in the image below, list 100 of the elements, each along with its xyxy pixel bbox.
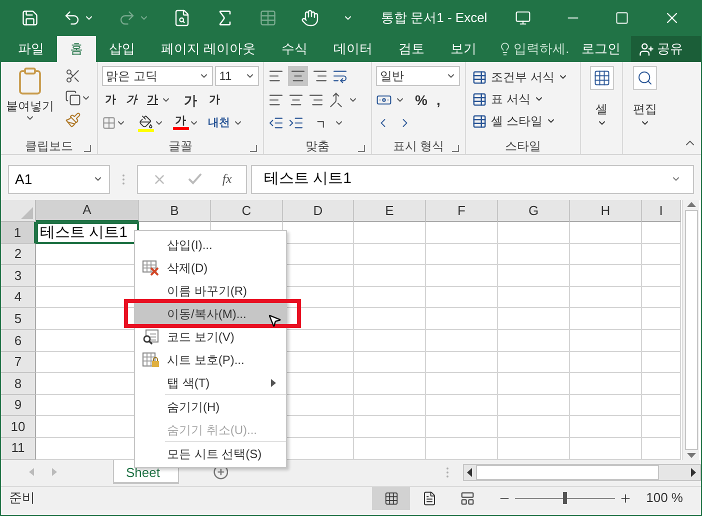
table-cell[interactable]	[642, 373, 681, 395]
dialog-launcher-icon[interactable]	[84, 145, 91, 152]
table-cell[interactable]	[642, 244, 681, 266]
middle-align-icon[interactable]	[288, 66, 308, 86]
table-cell[interactable]: 테스트 시트1	[36, 222, 139, 244]
table-cell[interactable]	[354, 265, 426, 287]
menu-item[interactable]: 탭 색(T)	[135, 371, 286, 394]
column-header[interactable]: B	[139, 200, 211, 222]
tell-me-field[interactable]: 입력하세.	[514, 39, 576, 59]
table-cell[interactable]	[570, 244, 642, 266]
grow-font-button[interactable]: 가	[181, 94, 200, 106]
column-header[interactable]: F	[426, 200, 498, 222]
table-cell[interactable]	[642, 286, 681, 308]
align-center-icon[interactable]	[288, 92, 304, 108]
column-header[interactable]: D	[283, 200, 354, 222]
table-cell[interactable]	[354, 244, 426, 266]
ribbon-tab[interactable]: 검토	[386, 36, 438, 62]
style-menu-button[interactable]: 조건부 서식	[472, 66, 574, 88]
table-cell[interactable]	[642, 394, 681, 416]
ribbon-tab[interactable]: 삽입	[96, 36, 148, 62]
table-cell[interactable]	[642, 308, 681, 330]
table-cell[interactable]	[426, 286, 498, 308]
copy-icon[interactable]	[65, 90, 81, 106]
table-cell[interactable]	[426, 330, 498, 352]
align-left-icon[interactable]	[268, 92, 284, 108]
scroll-thumb[interactable]	[476, 464, 660, 480]
underline-button[interactable]: 가	[144, 94, 161, 106]
ribbon-display-icon[interactable]	[515, 10, 531, 26]
menu-item[interactable]: 이동/복사(M)...	[135, 302, 286, 325]
scroll-right-icon[interactable]	[689, 468, 697, 477]
decrease-indent-icon[interactable]	[268, 115, 284, 131]
font-size-field[interactable]: 11	[215, 66, 259, 86]
fill-color-icon[interactable]	[139, 114, 153, 128]
zoom-thumb[interactable]	[563, 492, 568, 504]
scroll-thumb[interactable]	[684, 210, 698, 450]
align-right-icon[interactable]	[308, 92, 324, 108]
table-cell[interactable]	[354, 286, 426, 308]
format-painter-icon[interactable]	[65, 112, 81, 128]
table-cell[interactable]	[498, 265, 570, 287]
paste-button[interactable]: 붙여넣기	[5, 66, 55, 128]
table-cell[interactable]	[498, 373, 570, 395]
merge-icon[interactable]	[328, 92, 344, 108]
table-cell[interactable]	[498, 308, 570, 330]
borders-icon[interactable]	[102, 116, 116, 130]
table-cell[interactable]	[354, 222, 426, 244]
name-box[interactable]: A1	[8, 164, 110, 194]
table-cell[interactable]	[498, 394, 570, 416]
column-header[interactable]: H	[570, 200, 642, 222]
column-header[interactable]: G	[498, 200, 570, 222]
comma-button[interactable]: ,	[433, 93, 444, 107]
editing-button[interactable]: 편집	[633, 66, 657, 128]
menu-item[interactable]: 삭제(D)	[135, 256, 286, 279]
table-cell[interactable]	[570, 330, 642, 352]
table-cell[interactable]	[354, 416, 426, 438]
zoom-slider[interactable]	[515, 492, 616, 504]
ribbon-tab[interactable]: 페이지 레이아웃	[148, 36, 269, 62]
style-menu-button[interactable]: 셀 스타일	[472, 110, 574, 132]
row-header[interactable]: 1	[1, 222, 36, 244]
shrink-font-button[interactable]: 가	[206, 94, 223, 106]
table-cell[interactable]	[570, 373, 642, 395]
table-cell[interactable]	[570, 352, 642, 374]
table-cell[interactable]	[570, 308, 642, 330]
table-cell[interactable]	[642, 222, 681, 244]
percent-button[interactable]: %	[412, 93, 430, 107]
column-header[interactable]: A	[36, 200, 139, 222]
table-cell[interactable]	[426, 394, 498, 416]
table-cell[interactable]	[426, 265, 498, 287]
page-break-icon[interactable]	[460, 490, 475, 506]
insert-function-button[interactable]: fx	[222, 169, 232, 189]
italic-button[interactable]: 가	[123, 94, 140, 106]
table-cell[interactable]	[426, 244, 498, 266]
table-cell[interactable]	[354, 394, 426, 416]
row-header[interactable]: 5	[1, 308, 36, 330]
column-header[interactable]: I	[642, 200, 681, 222]
ribbon-tab[interactable]: 홈	[57, 36, 96, 62]
row-header[interactable]: 9	[1, 394, 36, 416]
table-cell[interactable]	[642, 265, 681, 287]
prev-sheet-icon[interactable]	[29, 468, 34, 476]
style-menu-button[interactable]: 표 서식	[472, 88, 574, 110]
menu-item[interactable]: 숨기기(H)	[135, 395, 286, 418]
table-cell[interactable]	[426, 308, 498, 330]
row-header[interactable]: 6	[1, 330, 36, 352]
table-cell[interactable]	[570, 416, 642, 438]
share-button[interactable]: 공유	[631, 36, 701, 62]
wrap-text-icon[interactable]	[332, 68, 348, 84]
table-cell[interactable]	[498, 352, 570, 374]
undo-icon[interactable]	[63, 9, 81, 27]
column-header[interactable]: E	[354, 200, 426, 222]
row-header[interactable]: 4	[1, 286, 36, 308]
normal-view-button[interactable]	[372, 486, 410, 510]
page-layout-icon[interactable]	[422, 490, 437, 506]
menu-item[interactable]: 이름 바꾸기(R)	[135, 279, 286, 302]
table-cell[interactable]	[498, 244, 570, 266]
cut-icon[interactable]	[65, 68, 81, 84]
menu-item[interactable]: 코드 보기(V)	[135, 325, 286, 348]
bold-button[interactable]: 가	[102, 94, 119, 106]
table-cell[interactable]	[570, 222, 642, 244]
bottom-align-icon[interactable]	[312, 68, 328, 84]
cells-button[interactable]: 셀	[590, 66, 614, 128]
table-cell[interactable]	[498, 330, 570, 352]
